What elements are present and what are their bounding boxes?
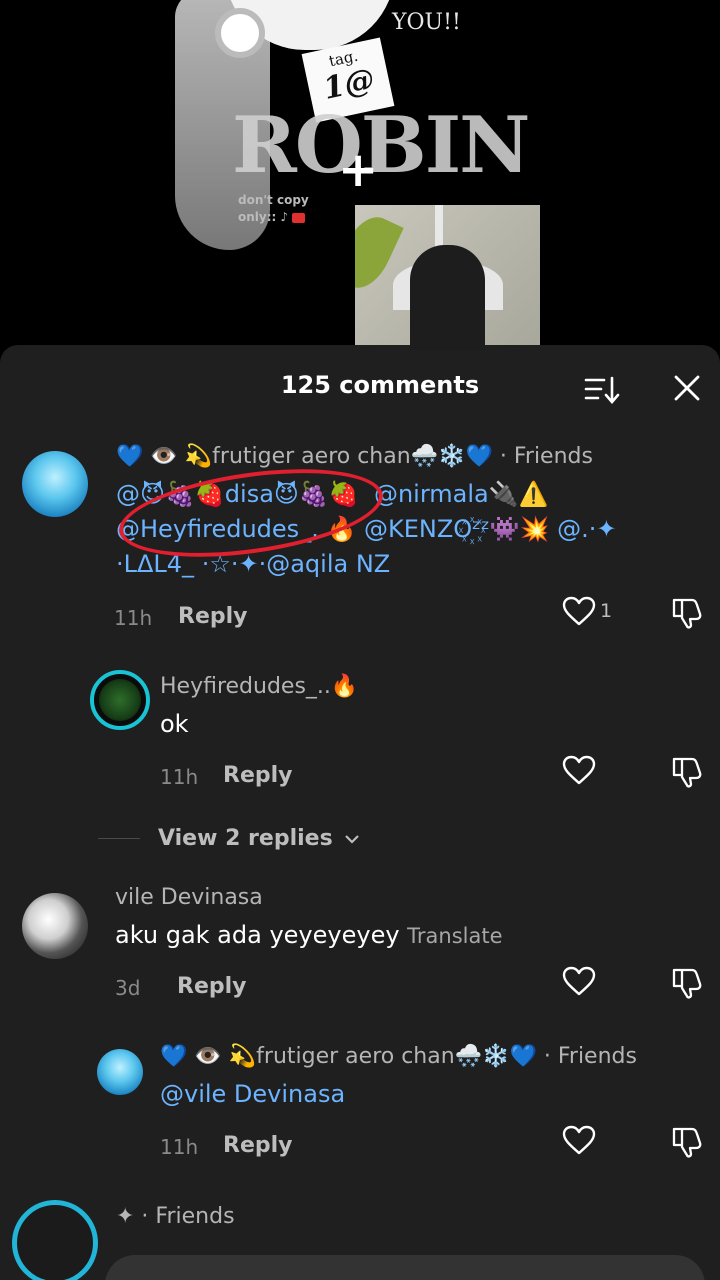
- view-replies-button[interactable]: View 2 replies: [158, 826, 360, 851]
- comment-username[interactable]: vile Devinasa: [115, 885, 263, 910]
- dont-copy-watermark: don't copy only:: ♪: [238, 192, 309, 226]
- avatar[interactable]: [90, 670, 150, 730]
- like-count: 1: [600, 600, 613, 622]
- dislike-icon[interactable]: [670, 966, 704, 1000]
- comment-time: 3d: [115, 976, 141, 1000]
- comment-time: 11h: [160, 765, 199, 789]
- mention-link[interactable]: @nirmala🔌⚠️: [374, 480, 549, 508]
- heart-icon[interactable]: [562, 1125, 596, 1155]
- comment-time: 11h: [160, 1135, 199, 1159]
- reply-button[interactable]: Reply: [223, 1133, 293, 1158]
- dont-copy-line1: don't copy: [238, 193, 309, 207]
- tiktok-icon: ♪: [280, 210, 289, 224]
- username-text: ✦: [116, 1204, 135, 1229]
- comment-time: 11h: [114, 606, 153, 630]
- avatar[interactable]: [12, 1200, 98, 1280]
- username-text: 💙 👁️ 💫frutiger aero chan🌨️❄️💙: [116, 444, 493, 469]
- comments-header: 125 comments: [0, 345, 720, 429]
- black-dress: [410, 245, 485, 350]
- heart-icon[interactable]: [562, 755, 596, 785]
- avatar[interactable]: [22, 893, 88, 959]
- comment-username[interactable]: ✦ · Friends: [116, 1204, 235, 1229]
- dress-photo: [355, 205, 540, 350]
- dislike-icon[interactable]: [670, 755, 704, 789]
- heart-icon[interactable]: [562, 966, 596, 996]
- mention-link[interactable]: @aqila NZ: [266, 550, 390, 578]
- youtube-icon: [292, 212, 306, 223]
- chevron-down-icon: [345, 835, 360, 844]
- video-title-text: ROBIN: [232, 100, 530, 191]
- reply-button[interactable]: Reply: [177, 974, 247, 999]
- dont-copy-line2: only::: [238, 210, 277, 224]
- friends-label: · Friends: [134, 1204, 235, 1229]
- view-replies-label: View 2 replies: [158, 826, 333, 851]
- plus-sign: +: [338, 142, 379, 198]
- mention-link[interactable]: @KENZO꙰ᶻᶻ👾💥: [364, 515, 550, 543]
- friends-label: · Friends: [536, 1044, 637, 1069]
- comment-username[interactable]: 💙 👁️ 💫frutiger aero chan🌨️❄️💙 · Friends: [116, 444, 593, 469]
- replies-divider: [98, 838, 140, 839]
- comments-sheet: 125 comments 💙 👁️ 💫frutiger aero chan🌨️❄…: [0, 345, 720, 1280]
- comment-username[interactable]: Heyfiredudes_..🔥: [160, 674, 358, 699]
- reply-button[interactable]: Reply: [223, 763, 293, 788]
- username-text: 💙 👁️ 💫frutiger aero chan🌨️❄️💙: [160, 1044, 537, 1069]
- close-icon[interactable]: [672, 373, 702, 403]
- video-player[interactable]: YOU!! tag. 1@ ROBIN + don't copy only:: …: [0, 0, 720, 350]
- dislike-icon[interactable]: [670, 596, 704, 630]
- avatar[interactable]: [22, 451, 88, 517]
- sort-icon[interactable]: [584, 375, 620, 405]
- comment-body: aku gak ada yeyeyeyey Translate: [115, 917, 503, 954]
- mention-link[interactable]: @vile Devinasa: [160, 1080, 345, 1108]
- friends-label: · Friends: [492, 444, 593, 469]
- mention-link[interactable]: @.·✦: [557, 515, 616, 543]
- heart-icon[interactable]: [562, 596, 596, 626]
- reply-button[interactable]: Reply: [178, 604, 248, 629]
- avatar[interactable]: [97, 1049, 143, 1095]
- comment-username[interactable]: 💙 👁️ 💫frutiger aero chan🌨️❄️💙 · Friends: [160, 1044, 637, 1069]
- comment-input-bar[interactable]: [105, 1255, 705, 1280]
- dislike-icon[interactable]: [670, 1125, 704, 1159]
- character-eye: [215, 8, 265, 58]
- mannequin-neck: [435, 205, 443, 247]
- comment-text: aku gak ada yeyeyeyey: [115, 921, 400, 949]
- comment-body: ok: [160, 710, 189, 738]
- comment-body: @vile Devinasa: [160, 1076, 345, 1112]
- translate-link[interactable]: Translate: [407, 924, 502, 948]
- video-overlay-text: YOU!!: [392, 10, 461, 35]
